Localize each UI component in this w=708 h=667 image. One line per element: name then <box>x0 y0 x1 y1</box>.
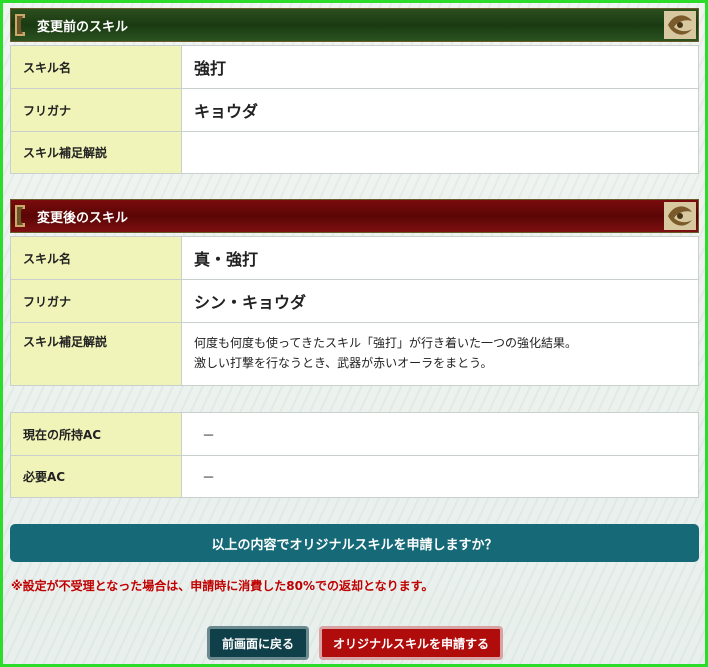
table-row: フリガナ キョウダ <box>10 88 699 132</box>
section-header-before: 変更前のスキル <box>10 8 699 42</box>
before-skill-name-value: 強打 <box>181 45 699 89</box>
table-row: スキル名 強打 <box>10 45 699 89</box>
table-row: フリガナ シン・キョウダ <box>10 279 699 323</box>
table-row: 現在の所持AC － <box>10 412 699 456</box>
back-button[interactable]: 前画面に戻る <box>207 626 309 660</box>
refund-notice: ※設定が不受理となった場合は、申請時に消費した80%での返却となります。 <box>11 579 434 593</box>
after-skill-name-label: スキル名 <box>10 236 182 280</box>
after-description-line-2: 激しい打撃を行なうとき、武器が赤いオーラをまとう。 <box>194 356 493 370</box>
before-furigana-label: フリガナ <box>10 88 182 132</box>
before-furigana-value: キョウダ <box>181 88 699 132</box>
after-skill-table: スキル名 真・強打 フリガナ シン・キョウダ スキル補足解説 何度も何度も使って… <box>10 236 699 386</box>
required-ac-value: － <box>181 455 699 498</box>
after-furigana-value: シン・キョウダ <box>181 279 699 323</box>
after-description-value: 何度も何度も使ってきたスキル「強打」が行き着いた一つの強化結果。 激しい打撃を行… <box>181 322 699 386</box>
after-description-line-1: 何度も何度も使ってきたスキル「強打」が行き着いた一つの強化結果。 <box>194 336 578 350</box>
confirm-message-bar: 以上の内容でオリジナルスキルを申請しますか？ <box>10 524 699 562</box>
ornament-right-icon <box>664 11 696 39</box>
before-skill-table: スキル名 強打 フリガナ キョウダ スキル補足解説 <box>10 45 699 174</box>
after-furigana-label: フリガナ <box>10 279 182 323</box>
table-row: スキル名 真・強打 <box>10 236 699 280</box>
table-row: スキル補足解説 <box>10 131 699 174</box>
table-row: スキル補足解説 何度も何度も使ってきたスキル「強打」が行き着いた一つの強化結果。… <box>10 322 699 386</box>
ornament-left-icon <box>15 14 25 36</box>
page-frame: 変更前のスキル スキル名 強打 フリガナ キョウダ スキル補足解説 変更後のスキ… <box>3 3 705 664</box>
before-description-label: スキル補足解説 <box>10 131 182 174</box>
after-skill-name-value: 真・強打 <box>181 236 699 280</box>
after-description-label: スキル補足解説 <box>10 322 182 386</box>
ornament-left-icon <box>15 205 25 227</box>
required-ac-label: 必要AC <box>10 455 182 498</box>
section-title-after: 変更後のスキル <box>37 210 129 226</box>
submit-skill-button[interactable]: オリジナルスキルを申請する <box>319 626 503 660</box>
confirm-message: 以上の内容でオリジナルスキルを申請しますか？ <box>211 537 498 553</box>
ac-table: 現在の所持AC － 必要AC － <box>10 412 699 498</box>
before-skill-name-label: スキル名 <box>10 45 182 89</box>
current-ac-value: － <box>181 412 699 456</box>
current-ac-label: 現在の所持AC <box>10 412 182 456</box>
section-title-before: 変更前のスキル <box>37 19 129 35</box>
before-description-value <box>181 131 699 174</box>
table-row: 必要AC － <box>10 455 699 498</box>
section-header-after: 変更後のスキル <box>10 199 699 233</box>
ornament-right-icon <box>664 202 696 230</box>
